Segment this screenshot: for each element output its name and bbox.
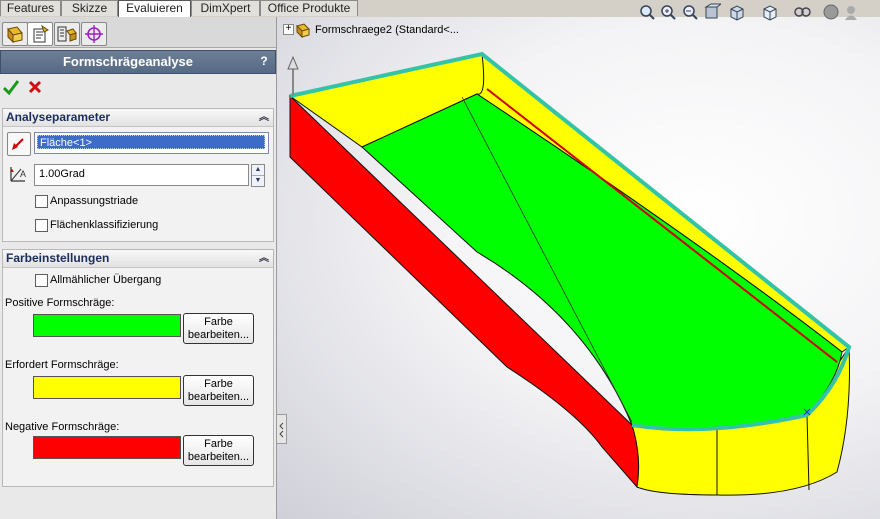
feature-manager-icon (7, 26, 23, 44)
graphics-viewport[interactable] (277, 17, 880, 519)
angle-spinner[interactable]: ▲ ▼ (251, 164, 265, 187)
expand-toggle[interactable]: + (283, 24, 294, 35)
collapse-panel-icon (279, 422, 284, 438)
part-name: Formschraege2 (Standard<... (315, 24, 459, 36)
draft-angle-icon: A (10, 167, 26, 182)
property-manager-panel: Formschrägeanalyse ? Analyseparameter ︽ … (0, 17, 277, 519)
direction-arrow-icon (12, 138, 24, 150)
face-selection-value: Fläche<1> (37, 135, 265, 149)
gradual-transition-label: Allmählicher Übergang (50, 274, 162, 286)
adjust-triad-label: Anpassungstriade (50, 195, 139, 207)
dimxpert-manager-tab[interactable] (81, 22, 107, 46)
negative-draft-swatch (33, 436, 181, 459)
button-line1: Farbe (204, 378, 233, 390)
heads-up-view-toolbar (636, 0, 880, 24)
required-draft-label: Erfordert Formschräge: (5, 359, 119, 371)
display-style-icon[interactable] (761, 3, 779, 21)
analysis-parameters-group: Analyseparameter ︽ Fläche<1> A 1.00Grad … (2, 108, 274, 242)
dimxpert-manager-icon (85, 25, 103, 43)
required-draft-swatch (33, 376, 181, 399)
tab-evaluieren[interactable]: Evaluieren (118, 0, 191, 18)
command-manager-tabs: Features Skizze Evaluieren DimXpert Offi… (0, 0, 360, 18)
ok-check-icon[interactable] (2, 78, 20, 96)
property-manager-icon (33, 24, 49, 43)
previous-view-icon[interactable] (681, 3, 699, 21)
group-title: Analyseparameter (6, 110, 111, 124)
part-icon (296, 23, 310, 38)
tab-features[interactable]: Features (0, 0, 61, 16)
negative-draft-label: Negative Formschräge: (5, 421, 120, 433)
color-settings-header[interactable]: Farbeinstellungen ︽ (3, 250, 273, 268)
spin-down-icon[interactable]: ▼ (252, 176, 264, 186)
manager-tabs (0, 17, 276, 48)
draft-angle-input[interactable]: 1.00Grad (34, 164, 249, 186)
configuration-manager-tab[interactable] (54, 22, 80, 46)
analysis-parameters-header[interactable]: Analyseparameter ︽ (3, 109, 273, 127)
zoom-to-area-icon[interactable] (659, 3, 677, 21)
zoom-to-fit-icon[interactable] (638, 3, 656, 21)
edit-required-color-button[interactable]: Farbe bearbeiten... (183, 375, 254, 406)
spin-up-icon[interactable]: ▲ (252, 165, 264, 176)
edit-negative-color-button[interactable]: Farbe bearbeiten... (183, 435, 254, 466)
draft-angle-value: 1.00Grad (39, 168, 85, 180)
button-line2: bearbeiten... (187, 329, 250, 341)
button-line2: bearbeiten... (187, 391, 250, 403)
adjust-triad-checkbox[interactable] (35, 195, 48, 208)
face-selection-field[interactable]: Fläche<1> (34, 132, 269, 154)
face-classification-label: Flächenklassifizierung (50, 219, 159, 231)
configuration-manager-icon (57, 26, 77, 42)
button-line1: Farbe (204, 316, 233, 328)
panel-splitter-handle[interactable] (277, 414, 287, 444)
page-title: Formschrägeanalyse (62, 54, 194, 69)
group-title: Farbeinstellungen (6, 251, 110, 265)
draft-analysis-model[interactable] (277, 17, 880, 519)
face-classification-checkbox[interactable] (35, 219, 48, 232)
edit-positive-color-button[interactable]: Farbe bearbeiten... (183, 313, 254, 344)
positive-draft-label: Positive Formschräge: (5, 297, 115, 309)
gradual-transition-checkbox[interactable] (35, 274, 48, 287)
button-line1: Farbe (204, 438, 233, 450)
button-line2: bearbeiten... (187, 451, 250, 463)
positive-draft-swatch (33, 314, 181, 337)
section-view-icon[interactable] (703, 3, 721, 21)
feature-manager-tab[interactable] (2, 22, 28, 46)
svg-text:A: A (20, 169, 26, 179)
color-settings-group: Farbeinstellungen ︽ Allmählicher Übergan… (2, 249, 274, 487)
collapse-chevron-icon[interactable]: ︽ (259, 109, 269, 126)
edit-appearance-icon[interactable] (822, 3, 840, 21)
face-selection-button[interactable] (7, 132, 31, 156)
help-button[interactable]: ? (257, 54, 271, 68)
collapse-chevron-icon[interactable]: ︽ (259, 250, 269, 267)
tab-dimxpert[interactable]: DimXpert (191, 0, 260, 16)
tab-office-produkte[interactable]: Office Produkte (260, 0, 358, 16)
property-manager-title-bar: Formschrägeanalyse ? (0, 50, 276, 74)
tab-skizze[interactable]: Skizze (61, 0, 118, 16)
hide-show-icon[interactable] (793, 3, 811, 21)
apply-scene-icon[interactable] (842, 3, 860, 21)
cancel-x-icon[interactable] (26, 78, 44, 96)
property-manager-tab[interactable] (27, 22, 53, 46)
view-orientation-icon[interactable] (728, 3, 746, 21)
